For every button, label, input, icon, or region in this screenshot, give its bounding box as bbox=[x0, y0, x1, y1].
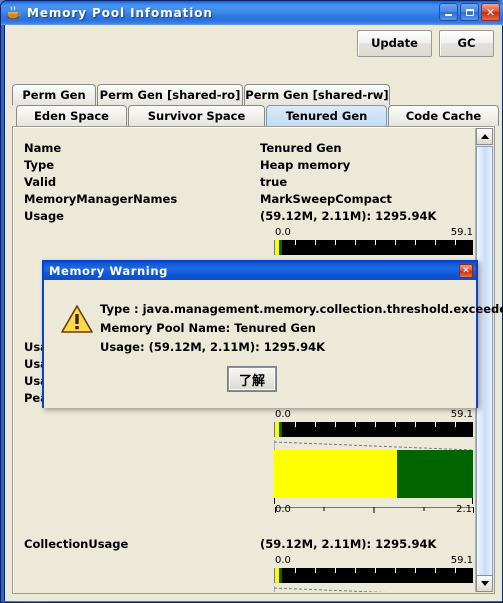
peak-usage-meter-detail-used bbox=[274, 450, 398, 498]
peak-usage-meter-detail-bar bbox=[274, 450, 473, 498]
peak-usage-meter-ticks bbox=[275, 422, 473, 427]
window-title-bar[interactable]: Memory Pool Infomation ✕ bbox=[1, 1, 503, 25]
dialog-title-bar[interactable]: Memory Warning ✕ bbox=[44, 262, 476, 280]
collection-usage-meter-top-min: 0.0 bbox=[275, 555, 291, 566]
peak-usage-meter: 0.0 59.1 0.0 2.1 bbox=[268, 409, 474, 517]
window-title-text: Memory Pool Infomation bbox=[27, 6, 213, 20]
tab-perm-gen-shared-rw[interactable]: Perm Gen [shared-rw] bbox=[244, 84, 390, 105]
attr-value-memorymanagernames: MarkSweepCompact bbox=[260, 192, 392, 206]
collection-usage-meter-max-bar bbox=[274, 568, 473, 583]
attr-value-type: Heap memory bbox=[260, 158, 351, 172]
memory-warning-dialog: Memory Warning ✕ Type : java.management.… bbox=[42, 260, 503, 408]
usage-meter: 0.0 59.1 bbox=[268, 227, 474, 255]
tab-bar: Perm Gen Perm Gen [shared-ro] Perm Gen [… bbox=[12, 84, 499, 126]
dialog-line-usage: Usage: (59.12M, 2.11M): 1295.94K bbox=[100, 340, 325, 354]
usage-meter-max-bar bbox=[274, 240, 473, 255]
tab-row-1: Perm Gen Perm Gen [shared-ro] Perm Gen [… bbox=[12, 84, 499, 105]
java-coffee-cup-icon bbox=[6, 5, 22, 21]
update-button[interactable]: Update bbox=[357, 30, 432, 57]
attr-label-collectionusage: CollectionUsage bbox=[24, 537, 129, 551]
peak-usage-meter-max-bar bbox=[274, 422, 473, 437]
peak-usage-meter-top-max: 59.1 bbox=[450, 409, 473, 420]
chevron-down-icon bbox=[480, 581, 489, 586]
dialog-line-type: Type : java.management.memory.collection… bbox=[100, 302, 503, 316]
tab-perm-gen-shared-ro[interactable]: Perm Gen [shared-ro] bbox=[97, 84, 243, 105]
attr-value-name: Tenured Gen bbox=[260, 141, 342, 155]
dialog-ok-button[interactable]: 了解 bbox=[228, 367, 276, 391]
minimize-icon bbox=[445, 13, 452, 16]
peak-usage-meter-zoom-connector bbox=[273, 437, 474, 451]
close-icon: ✕ bbox=[462, 265, 470, 276]
dialog-line-pool-name: Memory Pool Name: Tenured Gen bbox=[100, 321, 316, 335]
dialog-close-button[interactable]: ✕ bbox=[459, 264, 473, 278]
scroll-down-button[interactable] bbox=[476, 575, 493, 592]
tab-perm-gen[interactable]: Perm Gen bbox=[12, 84, 96, 105]
usage-meter-top-min: 0.0 bbox=[275, 227, 291, 238]
usage-meter-top-max: 59.1 bbox=[450, 227, 473, 238]
warning-triangle-icon bbox=[60, 304, 94, 335]
window-controls: ✕ bbox=[439, 3, 500, 21]
gc-button[interactable]: GC bbox=[439, 30, 494, 57]
collection-usage-meter-ticks bbox=[275, 568, 473, 573]
maximize-icon bbox=[465, 8, 474, 16]
attr-value-valid: true bbox=[260, 175, 288, 189]
tab-row-2: Eden Space Survivor Space Tenured Gen Co… bbox=[12, 105, 499, 126]
attr-label-valid: Valid bbox=[24, 175, 57, 189]
attr-label-memorymanagernames: MemoryManagerNames bbox=[24, 192, 178, 206]
scrollbar-thumb[interactable] bbox=[476, 146, 493, 586]
usage-meter-top-scale: 0.0 59.1 bbox=[268, 227, 474, 240]
attr-label-name: Name bbox=[24, 141, 62, 155]
memory-pool-panel: Update GC Perm Gen Perm Gen [shared-ro] … bbox=[5, 25, 503, 601]
tab-survivor-space[interactable]: Survivor Space bbox=[128, 105, 265, 126]
minimize-button[interactable] bbox=[439, 3, 458, 21]
collection-usage-meter: 0.0 59.1 bbox=[268, 555, 474, 592]
dialog-title-text: Memory Warning bbox=[49, 264, 168, 278]
attr-label-type: Type bbox=[24, 158, 55, 172]
maximize-button[interactable] bbox=[460, 3, 479, 21]
collection-usage-meter-top-max: 59.1 bbox=[450, 555, 473, 566]
close-button[interactable]: ✕ bbox=[481, 3, 500, 21]
tab-tenured-gen[interactable]: Tenured Gen bbox=[266, 105, 387, 126]
peak-usage-meter-bottom-scale: 0.0 2.1 bbox=[274, 504, 473, 517]
dialog-body: Type : java.management.memory.collection… bbox=[44, 280, 503, 408]
tab-eden-space[interactable]: Eden Space bbox=[16, 105, 127, 126]
collection-usage-meter-top-scale: 0.0 59.1 bbox=[268, 555, 474, 568]
window-client-area: Update GC Perm Gen Perm Gen [shared-ro] … bbox=[4, 25, 503, 601]
collection-usage-meter-zoom-connector bbox=[273, 583, 473, 592]
application-window: Memory Pool Infomation ✕ Update GC Perm … bbox=[0, 0, 503, 603]
tab-code-cache[interactable]: Code Cache bbox=[388, 105, 499, 126]
attr-label-usage: Usage bbox=[24, 209, 64, 223]
peak-usage-meter-bottom-max: 2.1 bbox=[456, 504, 472, 515]
peak-usage-meter-top-scale: 0.0 59.1 bbox=[268, 409, 474, 422]
attr-value-collectionusage: (59.12M, 2.11M): 1295.94K bbox=[260, 537, 437, 551]
chevron-up-icon bbox=[480, 134, 489, 139]
scroll-up-button[interactable] bbox=[476, 128, 493, 145]
attr-value-usage: (59.12M, 2.11M): 1295.94K bbox=[260, 209, 437, 223]
close-icon: ✕ bbox=[485, 5, 496, 19]
peak-usage-meter-top-min: 0.0 bbox=[275, 409, 291, 420]
toolbar: Update GC bbox=[357, 30, 494, 57]
usage-meter-ticks bbox=[275, 240, 473, 245]
peak-usage-meter-bottom-min: 0.0 bbox=[275, 504, 291, 515]
